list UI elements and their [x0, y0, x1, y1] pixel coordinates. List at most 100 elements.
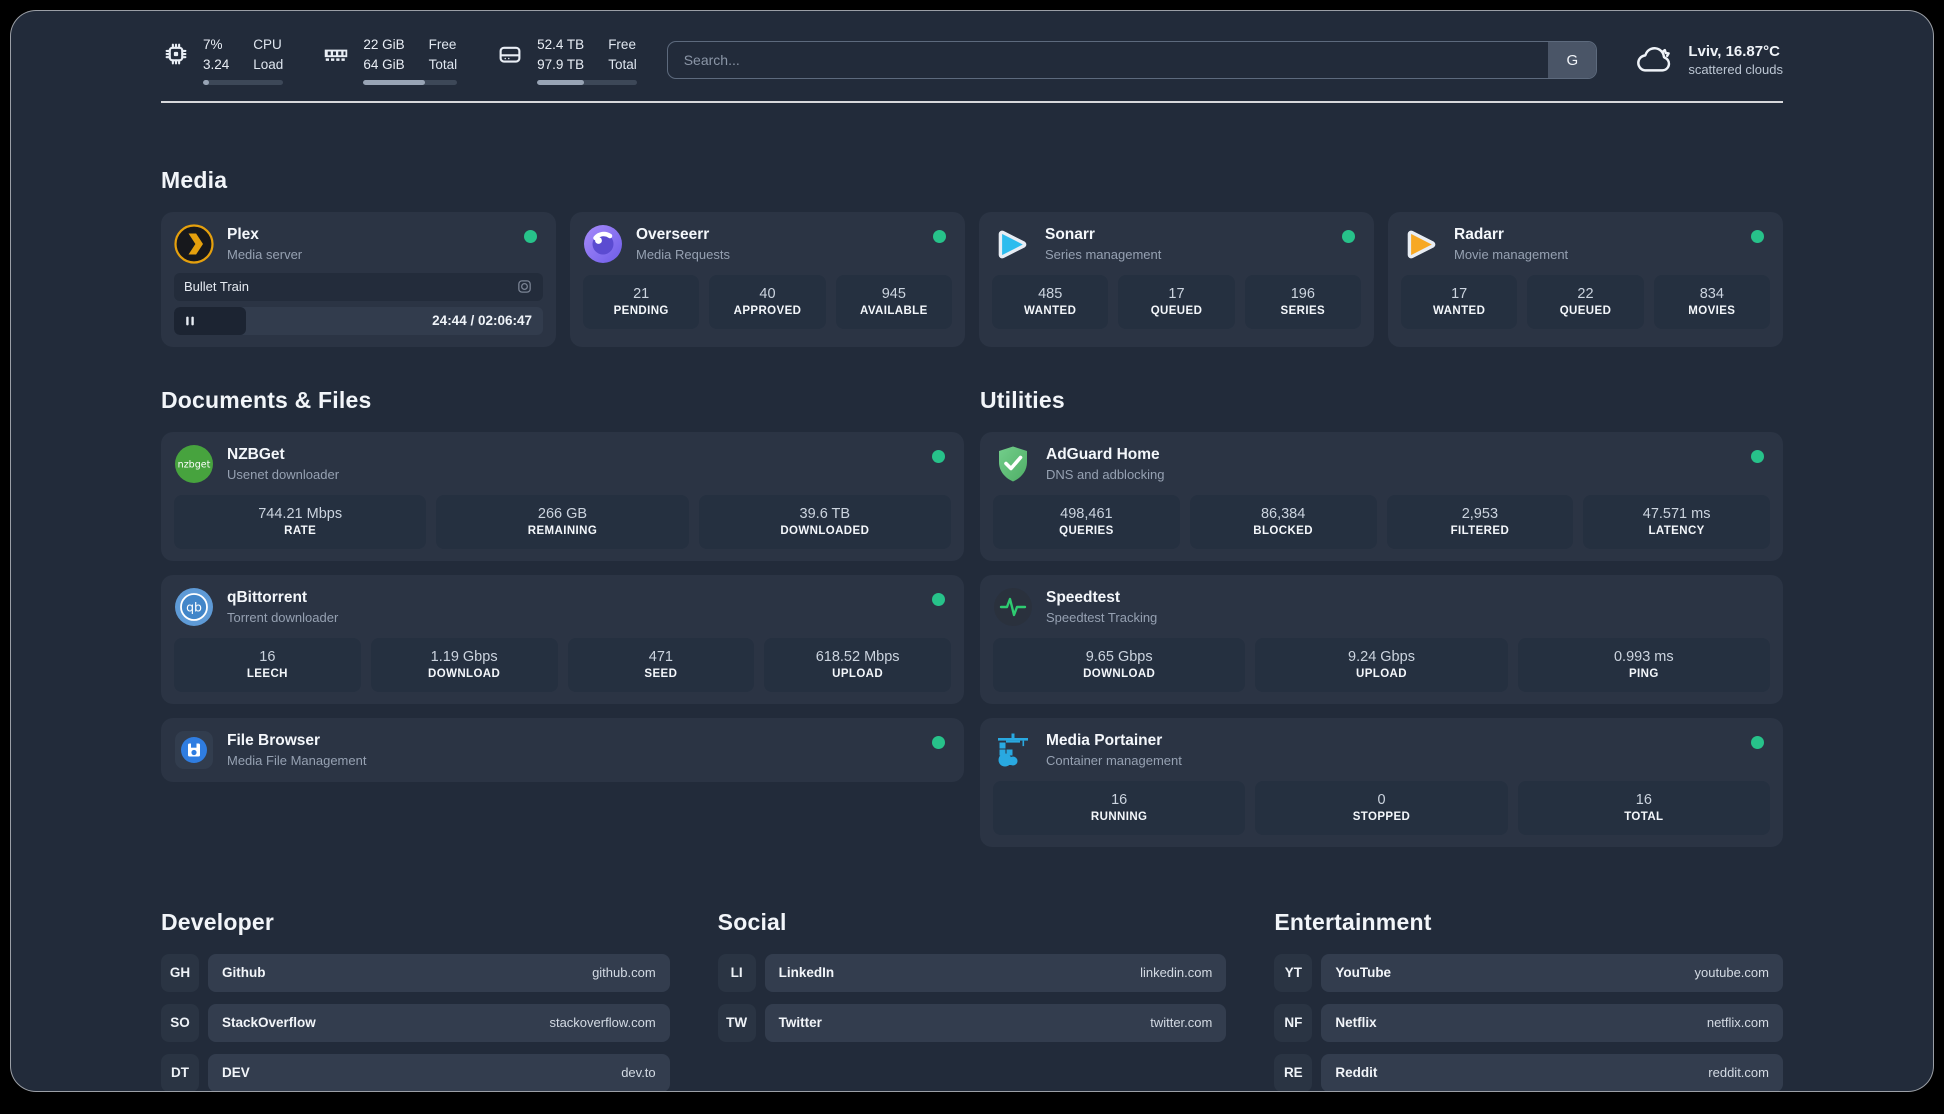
stat-label: QUEUED: [1559, 305, 1612, 318]
now-playing-title: Bullet Train: [184, 279, 250, 295]
link-list: YT YouTube youtube.com NF Netflix netflix.com…: [1274, 953, 1783, 1091]
link-pill[interactable]: Reddit reddit.com: [1321, 1053, 1783, 1091]
stat-value: 16: [259, 649, 276, 666]
stat-box: 945 AVAILABLE: [835, 274, 952, 329]
stat-box: 9.65 Gbps DOWNLOAD: [993, 637, 1246, 692]
card-plex[interactable]: Plex Media server Bullet Train 24:44 / 0…: [161, 211, 556, 347]
pause-button[interactable]: [183, 314, 197, 328]
stat-label: AVAILABLE: [859, 305, 928, 318]
card-header: qb qBittorrent Torrent downloader: [174, 587, 951, 627]
stat-label: PING: [1628, 668, 1659, 681]
link-pill[interactable]: StackOverflow stackoverflow.com: [208, 1003, 670, 1042]
stat-label: SEED: [644, 668, 678, 681]
stat-labels: CPU Load: [253, 37, 284, 72]
link-item-twitter: TW Twitter twitter.com: [717, 1003, 1227, 1042]
link-name: YouTube: [1335, 965, 1392, 981]
stat-value: 9.65 Gbps: [1085, 649, 1153, 666]
stat-row: 485 WANTED 17 QUEUED 196 SERIES: [992, 274, 1361, 329]
stat-label: DOWNLOAD: [1083, 668, 1156, 681]
stat-value: 945: [881, 286, 906, 303]
stat-label: STOPPED: [1352, 811, 1411, 824]
card-media-portainer[interactable]: Media Portainer Container management 16 RUN…: [980, 717, 1783, 847]
system-stats: 7% 3.24 CPU Load 22 GiB 64 GiB Free Total 52.4…: [161, 35, 637, 86]
stat-box: 2,953 FILTERED: [1386, 494, 1574, 549]
link-list: LI LinkedIn linkedin.com TW Twitter twitter.c…: [717, 953, 1227, 1042]
stat-box: 0.993 ms PING: [1517, 637, 1770, 692]
system-stat-ram: 22 GiB 64 GiB Free Total: [321, 35, 458, 86]
app-description: Container management: [1046, 752, 1182, 768]
card-overseerr[interactable]: Overseerr Media Requests 21 PENDING 40 APPROV…: [570, 211, 965, 347]
card-radarr[interactable]: Radarr Movie management 17 WANTED 22 QUEUED 83…: [1388, 211, 1783, 347]
app-description: Media Requests: [636, 246, 730, 262]
usage-progress-fill: [363, 80, 426, 86]
stat-box: 266 GB REMAINING: [436, 494, 689, 549]
stat-box: 39.6 TB DOWNLOADED: [698, 494, 951, 549]
stat-box: 22 QUEUED: [1527, 274, 1644, 329]
stat-box: 498,461 QUERIES: [993, 494, 1180, 549]
stat-label: MOVIES: [1688, 305, 1736, 318]
stat-value: 40: [759, 286, 776, 303]
status-dot: [1751, 736, 1764, 750]
card-nzbget[interactable]: nzbget NZBGet Usenet downloader 744.21 Mbps…: [161, 431, 964, 561]
app-description: Torrent downloader: [227, 609, 339, 625]
search-engine-button[interactable]: G: [1548, 42, 1597, 79]
stat-box: 16 TOTAL: [1517, 780, 1770, 835]
stat-value: 498,461: [1060, 506, 1113, 523]
card-adguard-home[interactable]: AdGuard Home DNS and adblocking 498,461 QUE…: [980, 431, 1783, 561]
section-title-entertainment: Entertainment: [1274, 908, 1432, 935]
link-pill[interactable]: LinkedIn linkedin.com: [764, 953, 1227, 992]
link-abbr: GH: [161, 953, 199, 992]
link-abbr: DT: [161, 1053, 199, 1091]
section-title-documents: Documents & Files: [161, 386, 372, 413]
usage-progress-bar: [203, 80, 284, 86]
status-dot: [932, 593, 945, 607]
card-sonarr[interactable]: Sonarr Series management 485 WANTED 17 QUEUED…: [979, 211, 1374, 347]
documents-column: Documents & Files nzbget NZBGet Usenet dow…: [161, 387, 964, 847]
card-header: Radarr Movie management: [1401, 224, 1770, 264]
stat-row: 744.21 Mbps RATE 266 GB REMAINING 39.6 TB DOW…: [174, 494, 951, 549]
link-item-github: GH Github github.com: [161, 953, 670, 992]
stat-label: TOTAL: [1624, 811, 1664, 824]
session-icon: [516, 278, 533, 295]
stat-value: 9.24 Gbps: [1348, 649, 1415, 666]
link-pill[interactable]: Github github.com: [208, 953, 670, 992]
link-pill[interactable]: Twitter twitter.com: [764, 1003, 1227, 1042]
card-header: AdGuard Home DNS and adblocking: [993, 444, 1770, 484]
card-header: File Browser Media File Management: [174, 730, 951, 770]
card-qbittorrent[interactable]: qb qBittorrent Torrent downloader 16 LEECH 1.…: [161, 574, 964, 704]
stat-label: UPLOAD: [1356, 668, 1407, 681]
link-url: netflix.com: [1706, 1015, 1769, 1031]
stat-label: LEECH: [246, 668, 288, 681]
status-dot: [524, 230, 537, 244]
link-section-entertainment: Entertainment YT YouTube youtube.com NF Netfl…: [1274, 908, 1783, 1091]
stat-label: REMAINING: [527, 525, 598, 538]
section-title-media: Media: [161, 166, 228, 193]
stat-label: FILTERED: [1450, 525, 1510, 538]
link-pill[interactable]: YouTube youtube.com: [1321, 953, 1783, 992]
stat-value: 16: [1635, 792, 1652, 809]
stat-value: 1.19 Gbps: [430, 649, 498, 666]
link-name: Twitter: [778, 1015, 822, 1031]
card-header: Media Portainer Container management: [993, 730, 1770, 770]
stat-value: 86,384: [1260, 506, 1306, 523]
app-description: Usenet downloader: [227, 466, 340, 482]
status-dot: [1342, 230, 1355, 244]
stat-box: 618.52 Mbps UPLOAD: [764, 637, 951, 692]
link-abbr: YT: [1274, 953, 1313, 992]
card-speedtest[interactable]: Speedtest Speedtest Tracking 9.65 Gbps DOWN…: [980, 574, 1783, 704]
stat-label: SERIES: [1280, 305, 1326, 318]
link-item-linkedin: LI LinkedIn linkedin.com: [717, 953, 1227, 992]
link-url: github.com: [592, 965, 656, 981]
cpu-icon: [161, 39, 191, 69]
stat-label: APPROVED: [733, 305, 802, 318]
link-pill[interactable]: DEV dev.to: [208, 1053, 670, 1091]
media-card-grid: Plex Media server Bullet Train 24:44 / 0…: [161, 211, 1783, 347]
link-pill[interactable]: Netflix netflix.com: [1321, 1003, 1783, 1042]
card-header: Overseerr Media Requests: [583, 224, 952, 264]
link-name: LinkedIn: [778, 965, 835, 981]
link-name: Github: [222, 965, 266, 981]
stat-box: 744.21 Mbps RATE: [174, 494, 427, 549]
search-input[interactable]: [667, 42, 1549, 79]
card-file-browser[interactable]: File Browser Media File Management: [161, 717, 964, 782]
stat-label: BLOCKED: [1253, 525, 1313, 538]
